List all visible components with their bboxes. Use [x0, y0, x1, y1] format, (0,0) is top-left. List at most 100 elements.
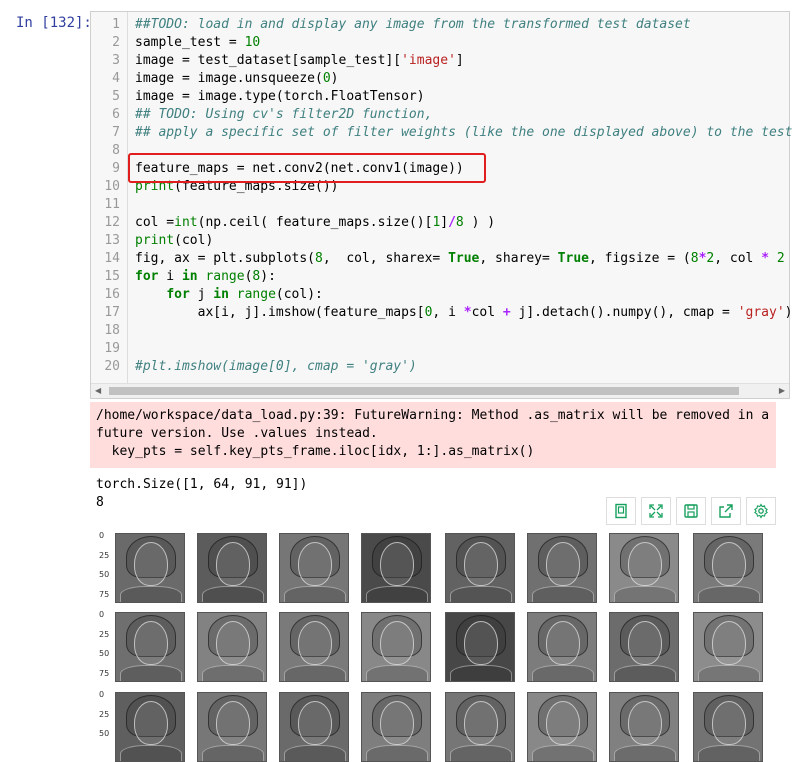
code-text: fig, ax = plt.subplots(8, col, sharex= T… — [135, 250, 794, 268]
code-lines[interactable]: 1 ##TODO: load in and display any image f… — [91, 16, 794, 376]
code-line[interactable]: 19 — [91, 340, 789, 358]
code-text: col =int(np.ceil( feature_maps.size()[1]… — [135, 214, 495, 232]
line-number: 11 — [104, 197, 120, 212]
y-tick-label: 50 — [99, 570, 110, 580]
line-number: 12 — [104, 215, 120, 230]
code-editor[interactable]: 1 ##TODO: load in and display any image f… — [90, 11, 794, 399]
code-text: ax[i, j].imshow(feature_maps[0, i *col +… — [135, 304, 793, 322]
code-token: + — [502, 305, 511, 320]
code-line[interactable]: 1 ##TODO: load in and display any image f… — [91, 16, 789, 34]
face-shape — [546, 621, 580, 665]
line-number: 2 — [112, 35, 120, 50]
face-shape — [628, 542, 662, 586]
code-line[interactable]: 12 col =int(np.ceil( feature_maps.size()[… — [91, 214, 789, 232]
shoulders-shape — [698, 665, 760, 681]
code-token: 8 — [315, 251, 323, 266]
face-shape — [464, 701, 498, 745]
line-number: 15 — [104, 269, 120, 284]
shoulders-shape — [698, 586, 760, 602]
code-token: * — [463, 305, 472, 320]
feature-map-grid: 0 25 50 75 0 25 50 75 0 25 50 — [95, 530, 785, 762]
fullscreen-button[interactable] — [641, 497, 671, 525]
code-token: 10 — [244, 35, 261, 50]
feature-map-image — [527, 692, 597, 762]
shoulders-shape — [532, 665, 594, 681]
code-token: 2 — [776, 251, 785, 266]
save-button[interactable] — [676, 497, 706, 525]
line-number: 7 — [112, 125, 120, 140]
feature-map-image — [693, 612, 763, 682]
line-number: 8 — [112, 143, 120, 158]
code-line[interactable]: 17 ax[i, j].imshow(feature_maps[0, i *co… — [91, 304, 793, 322]
shoulders-shape — [120, 586, 182, 602]
code-token: in — [213, 287, 229, 302]
scroll-left-icon[interactable]: ◀ — [95, 386, 101, 395]
y-tick-label: 0 — [99, 531, 105, 541]
code-token: ) ) — [463, 215, 496, 230]
face-shape — [216, 621, 250, 665]
code-text: for j in range(col): — [135, 286, 323, 304]
code-line[interactable]: 20 #plt.imshow(image[0], cmap = 'gray') — [91, 358, 789, 376]
line-number: 5 — [112, 89, 120, 104]
code-line[interactable]: 6 ## TODO: Using cv's filter2D function, — [91, 106, 789, 124]
code-token: ] — [455, 53, 464, 68]
code-token: for — [166, 287, 190, 302]
shoulders-shape — [450, 665, 512, 681]
y-tick-label: 25 — [99, 709, 110, 719]
code-token: 8 — [455, 215, 464, 230]
share-button[interactable] — [711, 497, 741, 525]
horizontal-scrollbar[interactable]: ◀ ▶ — [91, 383, 789, 398]
code-token: (col): — [275, 287, 323, 302]
code-token: ## TODO: Using cv's filter2D function, — [135, 107, 433, 122]
code-line[interactable]: 5 image = image.type(torch.FloatTensor) — [91, 88, 789, 106]
scrollbar-thumb[interactable] — [109, 387, 739, 395]
code-line[interactable]: 13 print(col) — [91, 232, 789, 250]
feature-map-image — [279, 612, 349, 682]
feature-map-image — [197, 612, 267, 682]
shoulders-shape — [614, 665, 676, 681]
code-text: ## apply a specific set of filter weight… — [135, 124, 792, 142]
y-tick-label: 25 — [99, 629, 110, 639]
code-line[interactable]: 3 image = test_dataset[sample_test]['imag… — [91, 52, 789, 70]
shoulders-shape — [366, 665, 428, 681]
code-token: / — [448, 215, 456, 230]
code-line[interactable]: 7 ## apply a specific set of filter weigh… — [91, 124, 792, 142]
code-line[interactable]: 14 fig, ax = plt.subplots(8, col, sharex=… — [91, 250, 794, 268]
code-line[interactable]: 16 for j in range(col): — [91, 286, 789, 304]
line-number: 16 — [104, 287, 120, 302]
feature-map-image — [279, 692, 349, 762]
code-line[interactable]: 11 — [91, 196, 789, 214]
code-token: (np.ceil( feature_maps.size()[ — [197, 215, 433, 230]
scroll-right-icon[interactable]: ▶ — [779, 386, 785, 395]
face-shape — [298, 701, 332, 745]
face-shape — [628, 621, 662, 665]
code-token: )) — [785, 251, 794, 266]
code-text: ##TODO: load in and display any image fr… — [135, 16, 691, 34]
code-token: True — [448, 251, 480, 266]
cell-prompt: In [132]: — [16, 15, 92, 31]
line-number: 14 — [104, 251, 120, 266]
code-token: ) — [330, 71, 339, 86]
code-line[interactable]: 15 for i in range(8): — [91, 268, 789, 286]
face-shape — [134, 701, 168, 745]
code-token: 'image' — [401, 53, 456, 68]
code-line[interactable]: 4 image = image.unsqueeze(0) — [91, 70, 789, 88]
code-line[interactable]: 2 sample_test = 10 — [91, 34, 789, 52]
y-tick-label: 75 — [99, 589, 110, 599]
code-token: image = test_dataset[sample_test][ — [135, 53, 402, 68]
face-shape — [380, 621, 414, 665]
face-shape — [628, 701, 662, 745]
code-token: ] — [440, 215, 449, 230]
line-number: 3 — [112, 53, 120, 68]
feature-map-image — [609, 533, 679, 603]
code-line[interactable]: 18 — [91, 322, 789, 340]
code-token: ## apply a specific set of filter weight… — [135, 125, 793, 140]
line-number: 1 — [112, 17, 120, 32]
feature-map-image — [445, 533, 515, 603]
feature-map-image — [197, 533, 267, 603]
settings-button[interactable] — [746, 497, 776, 525]
feature-map-image — [197, 692, 267, 762]
save-as-image-button[interactable] — [606, 497, 636, 525]
